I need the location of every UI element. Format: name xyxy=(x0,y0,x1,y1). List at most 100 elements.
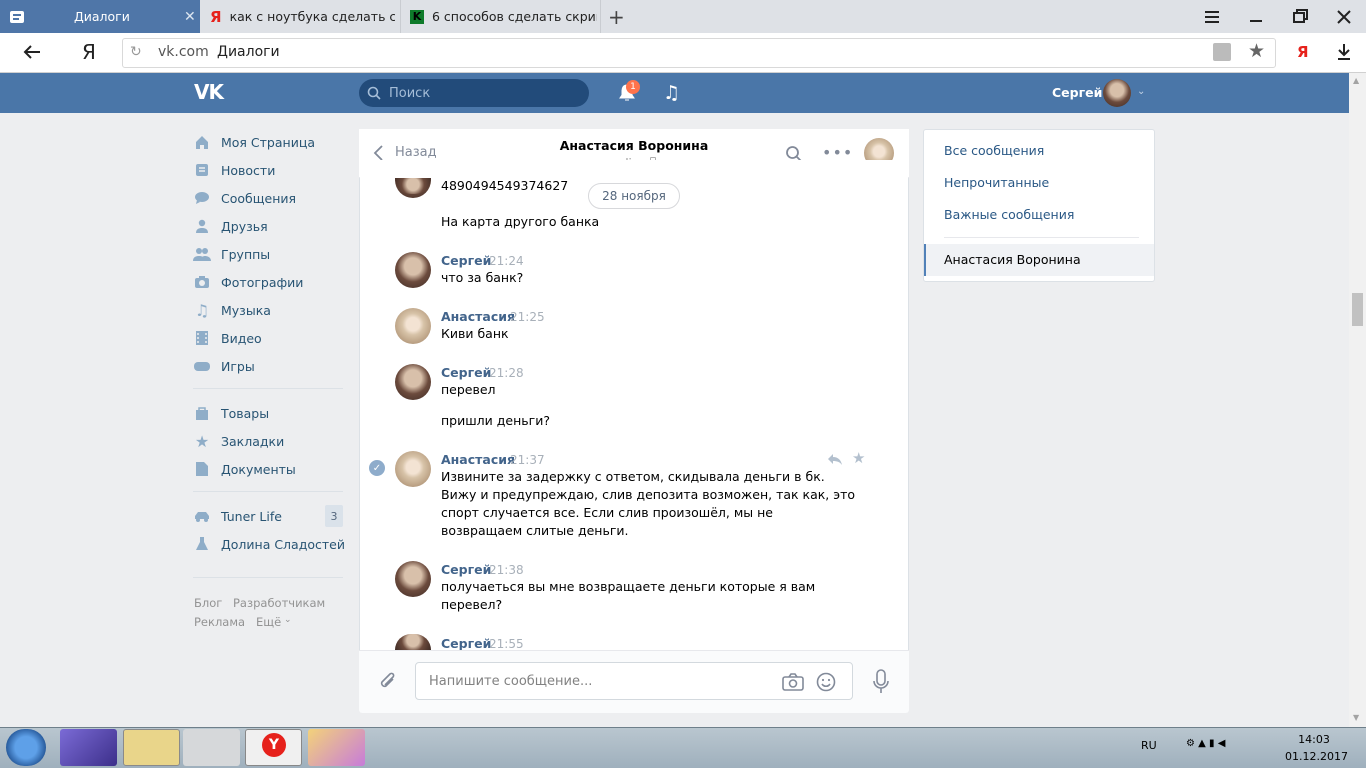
filter-important[interactable]: Важные сообщения xyxy=(944,207,1074,222)
nav-bookmarks[interactable]: ★ Закладки xyxy=(193,427,345,455)
message-author[interactable]: Анастасия xyxy=(441,309,515,324)
chat-contact-name[interactable]: Анастасия Воронина xyxy=(534,138,734,153)
avatar[interactable] xyxy=(395,451,431,487)
message-time[interactable]: 21:25 xyxy=(510,310,545,324)
attach-paperclip-icon[interactable] xyxy=(377,671,399,693)
app-counter-badge: 3 xyxy=(325,505,343,527)
scrollbar-thumb[interactable] xyxy=(1352,293,1363,326)
tab-screenshot-article[interactable]: K 6 способов сделать скрин xyxy=(402,0,601,33)
footer-more-link[interactable]: Ещё xyxy=(256,615,281,629)
microphone-icon[interactable] xyxy=(872,669,890,695)
page-scrollbar[interactable] xyxy=(1349,73,1366,727)
new-tab-icon[interactable]: + xyxy=(608,5,625,29)
notification-badge: 1 xyxy=(626,80,640,94)
avatar[interactable] xyxy=(395,308,431,344)
taskbar-app-paint[interactable] xyxy=(308,729,365,766)
nav-app-candy-valley[interactable]: Долина Сладостей xyxy=(193,530,353,558)
avatar[interactable] xyxy=(395,561,431,597)
vk-logo[interactable]: VK xyxy=(194,80,224,104)
nav-documents[interactable]: Документы xyxy=(193,455,345,483)
close-window-icon[interactable] xyxy=(1333,6,1355,28)
message-time[interactable]: 21:28 xyxy=(489,366,524,380)
back-link[interactable]: Назад xyxy=(395,145,437,160)
chevron-left-icon[interactable] xyxy=(372,145,384,161)
nav-games[interactable]: Игры xyxy=(193,352,345,380)
yandex-browser-icon: Y xyxy=(262,733,286,757)
minimize-icon[interactable] xyxy=(1245,6,1267,28)
message-author[interactable]: Сергей xyxy=(441,562,491,577)
download-icon[interactable] xyxy=(1336,43,1352,61)
back-arrow-icon[interactable] xyxy=(22,43,42,61)
nav-label: Новости xyxy=(221,162,276,178)
address-field[interactable] xyxy=(122,38,1276,68)
nav-divider xyxy=(193,577,343,578)
avatar[interactable] xyxy=(395,252,431,288)
keyboard-language[interactable]: RU xyxy=(1141,739,1157,752)
message-author[interactable]: Сергей xyxy=(441,365,491,380)
clock-date[interactable]: 01.12.2017 xyxy=(1285,750,1348,763)
tab-dialogs[interactable]: Диалоги ✕ xyxy=(0,0,200,33)
reload-icon[interactable]: ↻ xyxy=(130,44,142,60)
footer-blog-link[interactable]: Блог xyxy=(194,596,222,610)
tab-screenshot-search[interactable]: Я как с ноутбука сделать скри xyxy=(201,0,401,33)
footer-ads-link[interactable]: Реклама xyxy=(194,615,245,629)
bookmark-star-icon[interactable]: ★ xyxy=(1248,40,1265,62)
star-important-icon[interactable]: ★ xyxy=(852,449,865,467)
clock-time[interactable]: 14:03 xyxy=(1285,733,1343,746)
select-check-icon[interactable]: ✓ xyxy=(369,460,385,476)
nav-label: Сообщения xyxy=(221,190,297,206)
nav-news[interactable]: Новости xyxy=(193,156,345,184)
lock-icon[interactable] xyxy=(1213,43,1231,61)
chevron-down-icon[interactable]: ⌄ xyxy=(1137,86,1145,97)
yandex-button-icon[interactable]: Я xyxy=(1297,43,1309,61)
message-author[interactable]: Анастасия xyxy=(441,452,515,467)
nav-label: Долина Сладостей xyxy=(221,536,345,552)
nav-music[interactable]: ♫ Музыка xyxy=(193,296,345,324)
nav-my-page[interactable]: Моя Страница xyxy=(193,128,345,156)
reply-icon[interactable] xyxy=(827,452,843,466)
menu-icon[interactable] xyxy=(1201,6,1223,28)
nav-label: Группы xyxy=(221,246,271,262)
close-tab-icon[interactable]: ✕ xyxy=(184,9,196,25)
nav-app-tuner-life[interactable]: Tuner Life xyxy=(193,502,345,530)
nav-label: Закладки xyxy=(221,433,285,449)
footer-dev-link[interactable]: Разработчикам xyxy=(233,596,325,610)
taskbar-app-visual-studio[interactable] xyxy=(60,729,117,766)
message-text: Киви банк xyxy=(441,326,509,341)
message-author[interactable]: Сергей xyxy=(441,253,491,268)
taskbar-app-world-of-tanks[interactable] xyxy=(183,729,240,766)
nav-video[interactable]: Видео xyxy=(193,324,345,352)
camera-icon[interactable] xyxy=(782,672,804,692)
message-time[interactable]: 21:37 xyxy=(510,453,545,467)
star-icon: ★ xyxy=(194,431,210,451)
nav-goods[interactable]: Товары xyxy=(193,399,345,427)
message-text: возвращаем слитые деньги. xyxy=(441,523,629,538)
music-player-icon[interactable]: ♫ xyxy=(663,82,680,104)
filter-all-messages[interactable]: Все сообщения xyxy=(944,143,1044,158)
tab-title: Диалоги xyxy=(74,9,130,24)
message-text: На карта другого банка xyxy=(441,214,600,229)
message-time[interactable]: 21:38 xyxy=(489,563,524,577)
url-page-title: Диалоги xyxy=(217,44,280,60)
scroll-down-arrow-icon[interactable]: ▼ xyxy=(1353,713,1359,722)
tray-icons[interactable]: ⚙ ▲ ▮ ◀ xyxy=(1186,738,1225,749)
scroll-up-arrow-icon[interactable]: ▲ xyxy=(1353,76,1359,85)
message-author[interactable]: Сергей xyxy=(441,636,491,651)
yandex-home-icon[interactable]: Я xyxy=(82,40,96,64)
nav-friends[interactable]: Друзья xyxy=(193,212,345,240)
message-time[interactable]: 21:55 xyxy=(489,637,524,651)
avatar[interactable] xyxy=(395,364,431,400)
header-user-name[interactable]: Сергей xyxy=(1052,85,1102,100)
message-time[interactable]: 21:24 xyxy=(489,254,524,268)
nav-divider xyxy=(193,491,343,492)
search-input[interactable]: Поиск xyxy=(359,79,589,107)
header-avatar[interactable] xyxy=(1103,79,1131,107)
nav-messages[interactable]: Сообщения xyxy=(193,184,345,212)
start-button[interactable] xyxy=(6,729,46,766)
nav-photos[interactable]: Фотографии xyxy=(193,268,345,296)
nav-groups[interactable]: Группы xyxy=(193,240,345,268)
taskbar-app-explorer[interactable] xyxy=(123,729,180,766)
restore-icon[interactable] xyxy=(1289,6,1311,28)
filter-unread[interactable]: Непрочитанные xyxy=(944,175,1049,190)
emoji-smile-icon[interactable] xyxy=(816,672,836,692)
